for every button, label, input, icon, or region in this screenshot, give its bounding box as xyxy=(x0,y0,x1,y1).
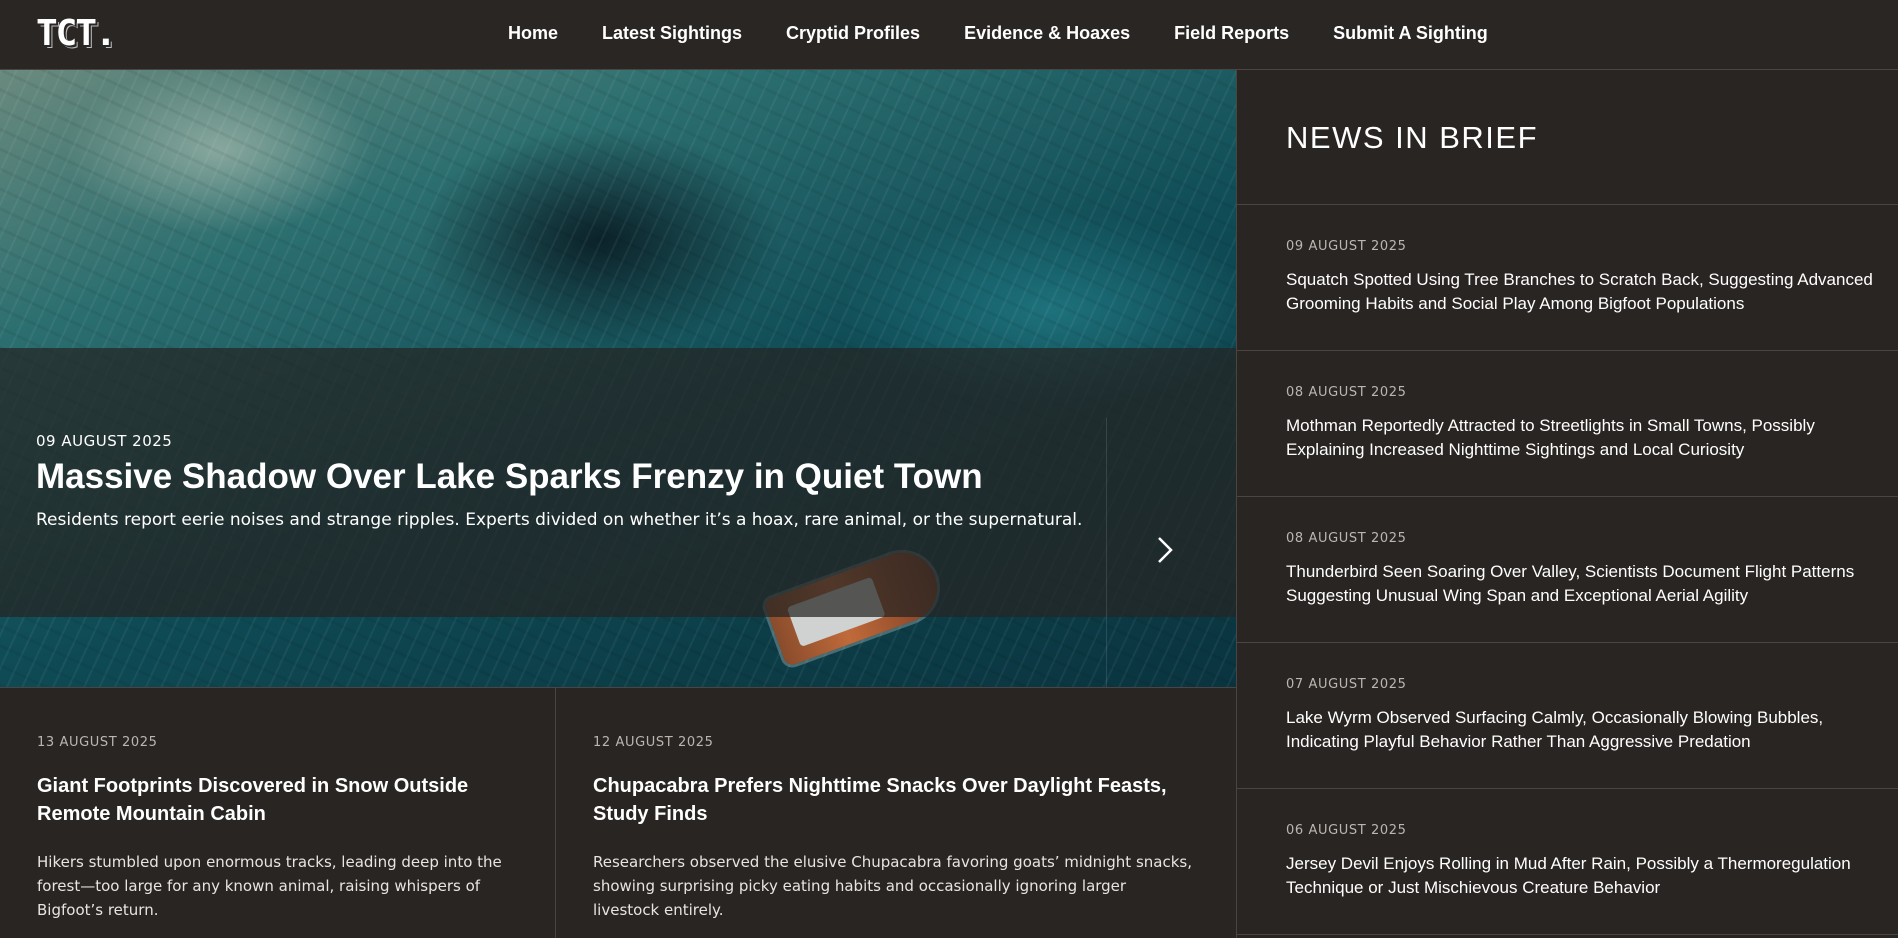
chevron-right-icon[interactable] xyxy=(1150,530,1180,570)
main-nav: Home Latest Sightings Cryptid Profiles E… xyxy=(508,0,1488,66)
brief-date: 09 AUGUST 2025 xyxy=(1286,239,1407,254)
hero-date: 09 AUGUST 2025 xyxy=(36,432,173,450)
article-excerpt: Researchers observed the elusive Chupaca… xyxy=(593,853,1192,919)
news-in-brief-header: NEWS IN BRIEF xyxy=(1237,70,1898,205)
brief-title[interactable]: Squatch Spotted Using Tree Branches to S… xyxy=(1286,268,1876,316)
site-logo[interactable]: TCT. xyxy=(36,14,117,54)
brief-date: 08 AUGUST 2025 xyxy=(1286,385,1407,400)
brief-date: 07 AUGUST 2025 xyxy=(1286,677,1407,692)
nav-field-reports[interactable]: Field Reports xyxy=(1174,23,1289,44)
nav-submit-sighting[interactable]: Submit A Sighting xyxy=(1333,23,1488,44)
brief-item[interactable]: 08 AUGUST 2025 Mothman Reportedly Attrac… xyxy=(1237,351,1898,497)
brief-title[interactable]: Lake Wyrm Observed Surfacing Calmly, Occ… xyxy=(1286,706,1876,754)
brief-item[interactable]: 07 AUGUST 2025 Lake Wyrm Observed Surfac… xyxy=(1237,643,1898,789)
article-excerpt: Hikers stumbled upon enormous tracks, le… xyxy=(37,853,502,919)
nav-home[interactable]: Home xyxy=(508,23,558,44)
brief-title[interactable]: Mothman Reportedly Attracted to Streetli… xyxy=(1286,414,1876,462)
site-header: TCT. Home Latest Sightings Cryptid Profi… xyxy=(0,0,1898,70)
article-title[interactable]: Giant Footprints Discovered in Snow Outs… xyxy=(37,772,507,828)
brief-date: 06 AUGUST 2025 xyxy=(1286,823,1407,838)
article-card[interactable]: 12 AUGUST 2025 Chupacabra Prefers Nightt… xyxy=(556,687,1236,938)
nav-cryptid-profiles[interactable]: Cryptid Profiles xyxy=(786,23,920,44)
brief-item[interactable]: 06 AUGUST 2025 Jersey Devil Enjoys Rolli… xyxy=(1237,789,1898,935)
news-in-brief-sidebar: NEWS IN BRIEF 09 AUGUST 2025 Squatch Spo… xyxy=(1236,70,1898,938)
article-date: 13 AUGUST 2025 xyxy=(37,735,158,750)
hero-subtitle: Residents report eerie noises and strang… xyxy=(36,510,1083,530)
nav-latest-sightings[interactable]: Latest Sightings xyxy=(602,23,742,44)
brief-item[interactable]: 08 AUGUST 2025 Thunderbird Seen Soaring … xyxy=(1237,497,1898,643)
nav-evidence-hoaxes[interactable]: Evidence & Hoaxes xyxy=(964,23,1130,44)
brief-date: 08 AUGUST 2025 xyxy=(1286,531,1407,546)
brief-title[interactable]: Jersey Devil Enjoys Rolling in Mud After… xyxy=(1286,852,1876,900)
article-card[interactable]: 13 AUGUST 2025 Giant Footprints Discover… xyxy=(0,687,556,938)
article-date: 12 AUGUST 2025 xyxy=(593,735,714,750)
article-title[interactable]: Chupacabra Prefers Nighttime Snacks Over… xyxy=(593,772,1193,828)
brief-item[interactable]: 09 AUGUST 2025 Squatch Spotted Using Tre… xyxy=(1237,205,1898,351)
hero-title[interactable]: Massive Shadow Over Lake Sparks Frenzy i… xyxy=(36,457,1136,497)
news-in-brief-heading: NEWS IN BRIEF xyxy=(1286,120,1539,155)
brief-title[interactable]: Thunderbird Seen Soaring Over Valley, Sc… xyxy=(1286,560,1876,608)
